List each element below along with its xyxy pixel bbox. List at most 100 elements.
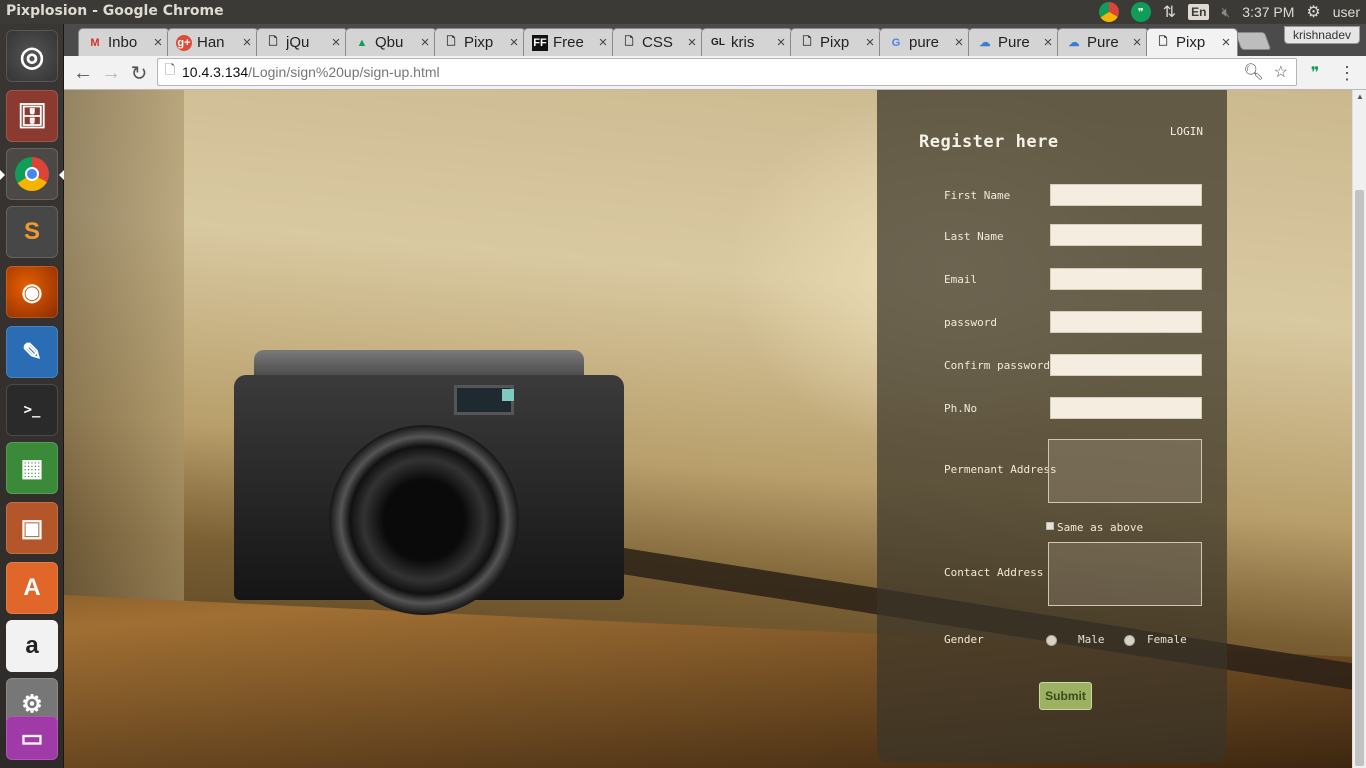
camera-lens: [329, 425, 519, 615]
url-host: 10.4.3.134: [182, 64, 249, 80]
terminal-icon[interactable]: >_: [6, 384, 58, 436]
keyboard-layout[interactable]: En: [1188, 4, 1210, 20]
tab-0[interactable]: M Inbo ×: [78, 28, 170, 56]
close-icon[interactable]: ×: [240, 34, 254, 51]
amazon-icon[interactable]: a: [6, 620, 58, 672]
hangouts-extension-icon[interactable]: ❞: [1302, 60, 1328, 86]
password-label: password: [944, 316, 997, 329]
tab-5[interactable]: FF Free ×: [523, 28, 615, 56]
close-icon[interactable]: ×: [1041, 34, 1055, 51]
last-name-label: Last Name: [944, 230, 1004, 243]
gl-icon: GL: [711, 37, 725, 48]
session-gear-icon[interactable]: ⚙: [1306, 2, 1320, 22]
bookmark-star-icon[interactable]: ☆: [1274, 62, 1288, 82]
files-icon[interactable]: 🗄︎: [6, 90, 58, 142]
chrome-tray-icon[interactable]: [1098, 2, 1119, 22]
close-icon[interactable]: ×: [151, 34, 165, 51]
tab-3[interactable]: ▲ Qbu ×: [345, 28, 437, 56]
user-name[interactable]: user: [1333, 4, 1360, 20]
network-icon[interactable]: ⇅: [1163, 2, 1176, 22]
chrome-launcher-icon[interactable]: [0, 148, 64, 200]
close-icon[interactable]: ×: [1130, 34, 1144, 51]
sublime-text-icon[interactable]: S: [6, 206, 58, 258]
close-icon[interactable]: ×: [1219, 34, 1233, 51]
gender-label: Gender: [944, 633, 984, 646]
female-label: Female: [1147, 633, 1187, 646]
close-icon[interactable]: ×: [329, 34, 343, 51]
tab-7[interactable]: GL kris ×: [701, 28, 793, 56]
software-center-icon[interactable]: A: [6, 562, 58, 614]
tab-11[interactable]: ☁ Pure ×: [1057, 28, 1149, 56]
password-input[interactable]: [1050, 311, 1202, 333]
clock[interactable]: 3:37 PM: [1242, 4, 1294, 20]
submit-button[interactable]: Submit: [1039, 682, 1092, 710]
page-icon: 🗋︎: [624, 36, 634, 48]
phone-input[interactable]: [1050, 397, 1202, 419]
libreoffice-impress-icon[interactable]: ▣: [6, 502, 58, 554]
confirm-password-label: Confirm password: [944, 359, 1050, 372]
page-content: Register here LOGIN First Name Last Name…: [64, 90, 1366, 768]
close-icon[interactable]: ×: [685, 34, 699, 51]
google-plus-icon: g+: [176, 34, 192, 51]
tab-6[interactable]: 🗋︎ CSS ×: [612, 28, 704, 56]
cloud-icon: ☁: [979, 37, 991, 49]
close-icon[interactable]: ×: [418, 34, 432, 51]
tab-8[interactable]: 🗋︎ Pixp ×: [790, 28, 882, 56]
forward-arrow-icon[interactable]: →: [98, 60, 124, 86]
zoom-icon[interactable]: 🔍︎: [1243, 62, 1263, 82]
last-name-input[interactable]: [1050, 224, 1202, 246]
new-tab-button[interactable]: [1234, 32, 1272, 50]
email-input[interactable]: [1050, 268, 1202, 290]
libreoffice-writer-icon[interactable]: ✎: [6, 326, 58, 378]
first-name-label: First Name: [944, 189, 1011, 202]
page-info-icon[interactable]: 🗋︎: [158, 61, 182, 83]
system-tray: ❞ ⇅ En 🔇︎ 3:37 PM ⚙ user: [1098, 0, 1360, 24]
confirm-password-input[interactable]: [1050, 354, 1202, 376]
scrollbar-thumb[interactable]: [1355, 190, 1364, 766]
ff-icon: FF: [532, 34, 548, 51]
login-link[interactable]: LOGIN: [1170, 125, 1203, 138]
page-icon: 🗋︎: [1158, 36, 1168, 48]
page-icon: 🗋︎: [268, 36, 278, 48]
email-label: Email: [944, 273, 978, 286]
volume-muted-icon[interactable]: 🔇︎: [1221, 4, 1230, 21]
close-icon[interactable]: ×: [507, 34, 521, 51]
tab-1[interactable]: g+ Han ×: [167, 28, 259, 56]
tab-strip: M Inbo × g+ Han × 🗋︎ jQu × ▲ Qbu × 🗋︎ Pixp × FF Fre…: [64, 24, 1366, 56]
tab-12-active[interactable]: 🗋︎ Pixp ×: [1146, 28, 1238, 56]
workspace-switcher-icon[interactable]: ▭: [6, 716, 58, 760]
tab-4[interactable]: 🗋︎ Pixp ×: [434, 28, 526, 56]
ubuntu-dash-icon[interactable]: ◎: [6, 30, 58, 82]
page-scrollbar[interactable]: ▲: [1352, 90, 1366, 768]
close-icon[interactable]: ×: [774, 34, 788, 51]
firefox-icon[interactable]: ◉: [6, 266, 58, 318]
contact-address-textarea[interactable]: [1048, 542, 1202, 606]
male-radio[interactable]: [1046, 635, 1057, 646]
close-icon[interactable]: ×: [863, 34, 877, 51]
scroll-up-arrow-icon[interactable]: ▲: [1356, 92, 1364, 101]
permanent-address-textarea[interactable]: [1048, 439, 1202, 503]
libreoffice-calc-icon[interactable]: ▦: [6, 442, 58, 494]
chrome-menu-icon[interactable]: ⋮: [1334, 60, 1360, 86]
tab-9[interactable]: Gpure ×: [879, 28, 971, 56]
profile-button[interactable]: krishnadev: [1283, 26, 1360, 44]
tab-10[interactable]: ☁ Pure ×: [968, 28, 1060, 56]
same-as-above-checkbox[interactable]: [1046, 522, 1054, 530]
page-icon: 🗋︎: [802, 36, 812, 48]
close-icon[interactable]: ×: [952, 34, 966, 51]
close-icon[interactable]: ×: [596, 34, 610, 51]
male-label: Male: [1078, 633, 1105, 646]
female-radio[interactable]: [1124, 635, 1135, 646]
url-path: /Login/sign%20up/sign-up.html: [248, 64, 440, 80]
contact-address-label: Contact Address: [944, 566, 1044, 579]
address-bar[interactable]: 🗋︎ 10.4.3.134/Login/sign%20up/sign-up.ht…: [157, 58, 1297, 86]
back-arrow-icon[interactable]: ←: [70, 60, 96, 86]
tab-2[interactable]: 🗋︎ jQu ×: [256, 28, 348, 56]
top-panel: Pixplosion - Google Chrome ❞ ⇅ En 🔇︎ 3:3…: [0, 0, 1366, 24]
hangouts-tray-icon[interactable]: ❞: [1130, 2, 1151, 22]
register-title: Register here: [919, 132, 1059, 152]
phone-label: Ph.No: [944, 402, 978, 415]
reload-icon[interactable]: ↻: [126, 60, 152, 86]
first-name-input[interactable]: [1050, 184, 1202, 206]
unity-launcher: ◎ 🗄︎ S ◉ ✎ >_ ▦ ▣ A a ⚙ ▭: [0, 24, 64, 768]
